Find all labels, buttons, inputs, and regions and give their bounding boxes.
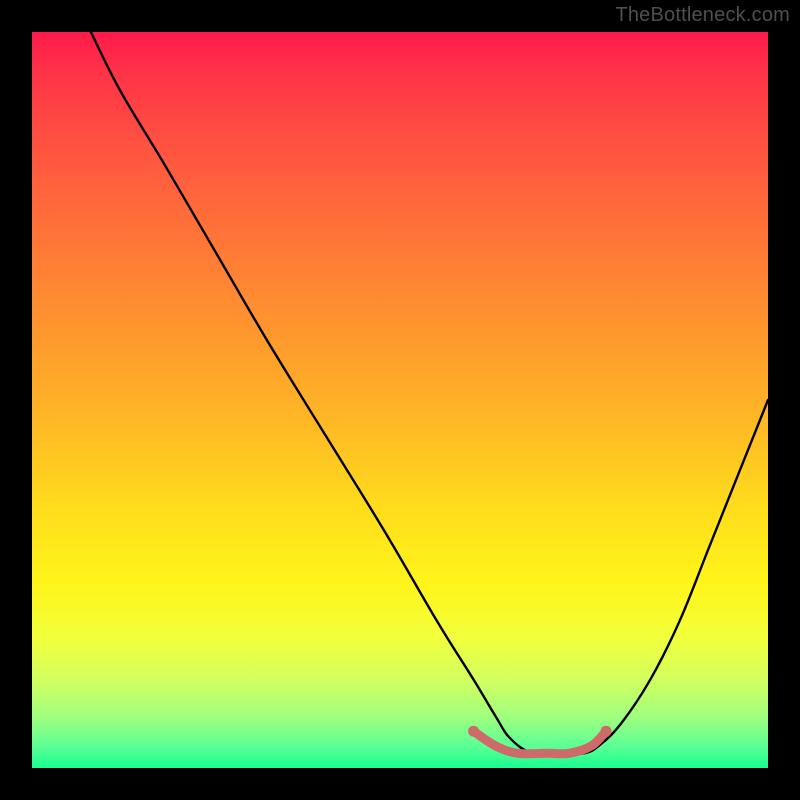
plot-outer <box>32 32 768 768</box>
optimal-range-end-dot <box>601 726 612 737</box>
bottleneck-curve-path <box>91 32 768 754</box>
watermark-text: TheBottleneck.com <box>615 4 790 27</box>
optimal-range-start-dot <box>468 726 479 737</box>
chart-frame: TheBottleneck.com <box>0 0 800 800</box>
chart-svg <box>32 32 768 768</box>
plot-area <box>32 32 768 768</box>
optimal-range-path <box>474 731 606 754</box>
curve-layer <box>91 32 768 754</box>
